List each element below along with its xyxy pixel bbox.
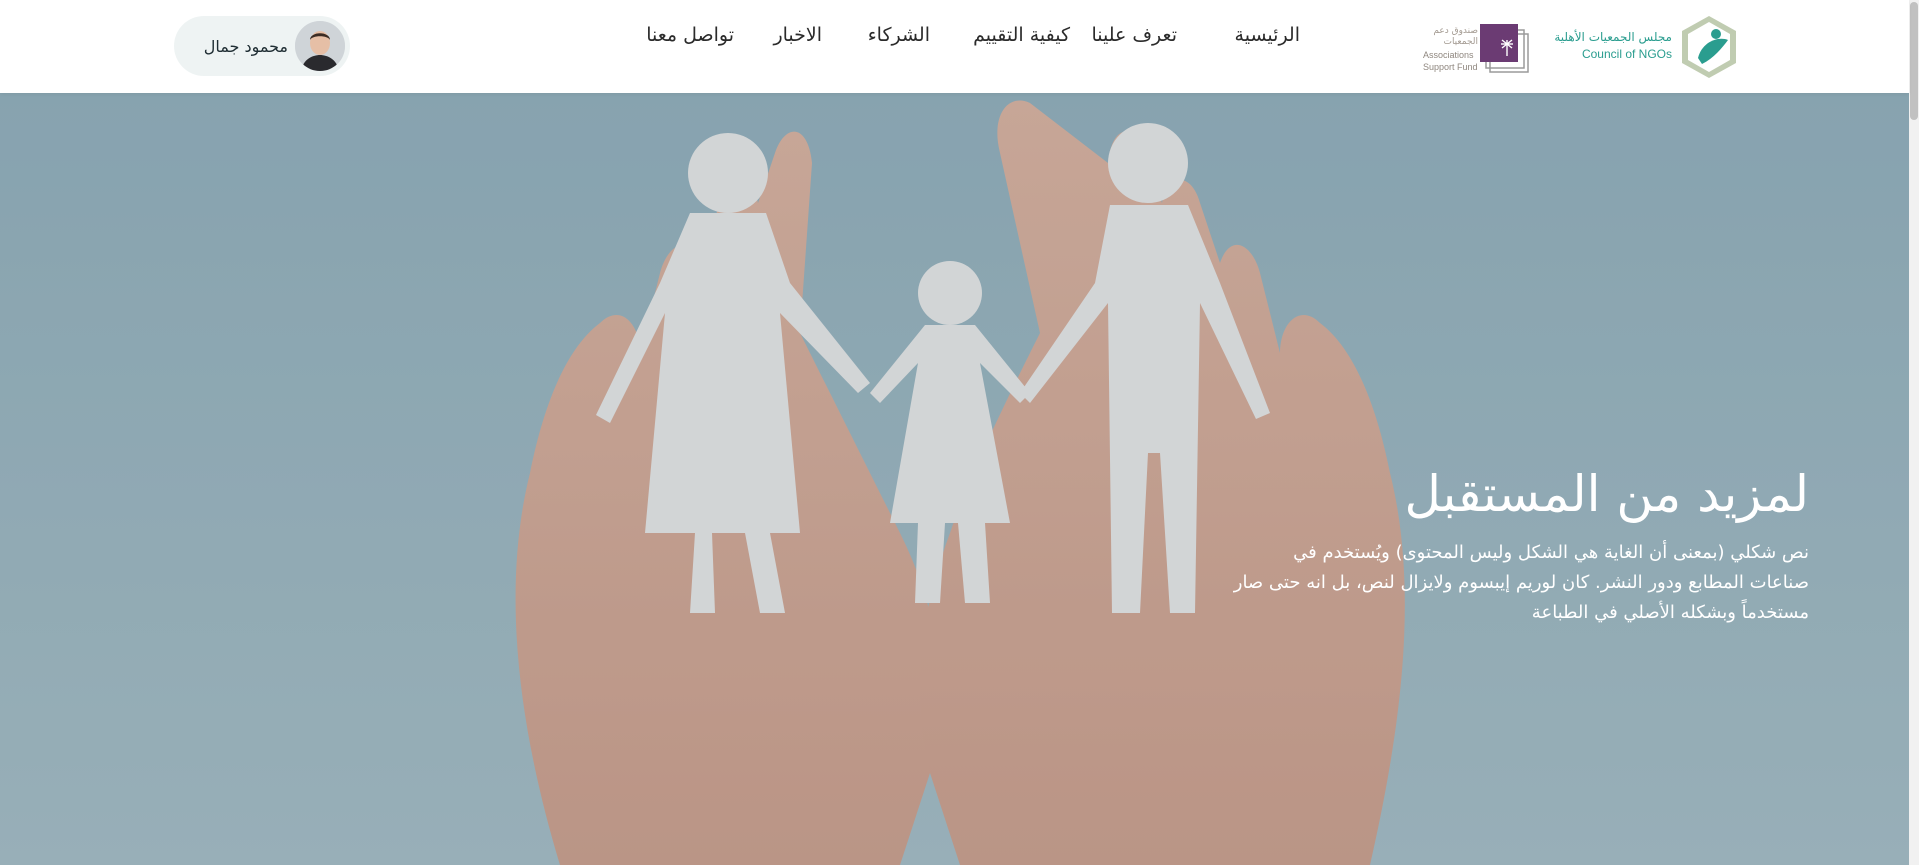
hero-banner: لمزيد من المستقبل نص شكلي (بمعنى أن الغا… bbox=[0, 93, 1909, 865]
avatar[interactable] bbox=[295, 21, 345, 71]
fund-logo-english-line1: Associations bbox=[1423, 50, 1474, 60]
support-fund-mark-icon bbox=[1480, 24, 1529, 73]
user-menu[interactable]: محمود جمال bbox=[174, 16, 350, 76]
scrollbar-thumb[interactable] bbox=[1910, 2, 1918, 120]
nav-home[interactable]: الرئيسية bbox=[1235, 24, 1300, 46]
nav-news[interactable]: الاخبار bbox=[773, 24, 822, 46]
ngo-logo-english: Council of NGOs bbox=[1581, 47, 1672, 61]
site-header: مجلس الجمعيات الأهلية Council of NGOs صن… bbox=[0, 0, 1909, 93]
main-navigation: الرئيسية تعرف علينا كيفية التقييم الشركا… bbox=[630, 24, 1300, 54]
logos: مجلس الجمعيات الأهلية Council of NGOs صن… bbox=[1415, 12, 1740, 82]
nav-about[interactable]: تعرف علينا bbox=[1091, 24, 1177, 46]
nav-evaluation[interactable]: كيفية التقييم bbox=[973, 24, 1070, 46]
page-scrollbar[interactable] bbox=[1909, 0, 1919, 865]
fund-logo-arabic-line1: صندوق دعم bbox=[1433, 26, 1478, 36]
council-of-ngos-logo[interactable]: مجلس الجمعيات الأهلية Council of NGOs bbox=[1554, 12, 1740, 82]
hero-description: نص شكلي (بمعنى أن الغاية هي الشكل وليس ا… bbox=[1233, 542, 1809, 623]
fund-logo-arabic-line2: الجمعيات bbox=[1443, 37, 1478, 47]
nav-contact[interactable]: تواصل معنا bbox=[646, 24, 734, 46]
hero-title: لمزيد من المستقبل bbox=[1404, 465, 1810, 523]
ngo-logo-arabic: مجلس الجمعيات الأهلية bbox=[1554, 30, 1672, 44]
user-avatar-icon bbox=[295, 21, 345, 71]
fund-logo-english-line2: Support Fund bbox=[1423, 62, 1478, 72]
nav-partners[interactable]: الشركاء bbox=[868, 24, 930, 46]
user-name: محمود جمال bbox=[203, 37, 288, 56]
council-of-ngos-emblem-icon bbox=[1682, 16, 1736, 78]
associations-support-fund-logo[interactable]: صندوق دعم الجمعيات Associations Support … bbox=[1415, 16, 1530, 80]
